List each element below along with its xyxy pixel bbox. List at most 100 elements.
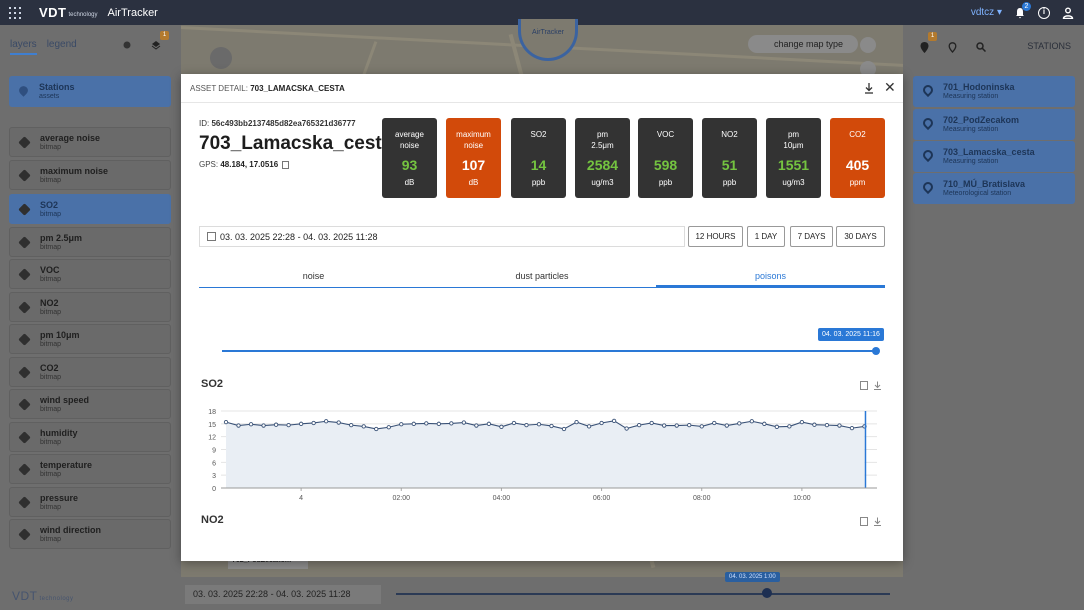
info-icon[interactable]: i bbox=[1038, 6, 1050, 19]
apps-grid-icon[interactable] bbox=[9, 6, 23, 20]
station-item[interactable]: 710_MÚ_Bratislava Meteorological station bbox=[913, 173, 1075, 204]
layer-item-so2[interactable]: SO2 bitmap bbox=[9, 194, 171, 224]
metric-tile-pm10: pm 10μm 1551 ug/m3 bbox=[766, 118, 821, 198]
layer-icon bbox=[18, 366, 31, 379]
user-icon[interactable] bbox=[1062, 7, 1074, 19]
layer-item-wind-direction[interactable]: wind direction bitmap bbox=[9, 519, 171, 549]
notification-count-badge: 2 bbox=[1022, 1, 1031, 11]
layer-item-humidity[interactable]: humidity bitmap bbox=[9, 422, 171, 452]
vdt-logo: VDT bbox=[39, 5, 67, 20]
caption-value: 703_LAMACSKA_CESTA bbox=[250, 84, 345, 93]
timeline-track[interactable] bbox=[396, 593, 890, 595]
app-name: AirTracker bbox=[107, 6, 158, 19]
close-icon[interactable]: ✕ bbox=[884, 80, 896, 94]
data-point bbox=[324, 419, 329, 424]
so2-line-chart[interactable]: 0 3 6 9 12 15 18 4 02:00 04:00 06:00 08:00 10:00 bbox=[201, 404, 881, 504]
location-pin-icon bbox=[17, 84, 30, 97]
data-point bbox=[298, 421, 304, 426]
download-icon[interactable] bbox=[863, 82, 875, 94]
layer-item-pressure[interactable]: pressure bitmap bbox=[9, 487, 171, 517]
location-pin-icon[interactable] bbox=[948, 42, 957, 53]
tile-value: 598 bbox=[653, 157, 678, 173]
layer-item-temperature[interactable]: temperature bitmap bbox=[9, 454, 171, 484]
layer-item-wind-speed[interactable]: wind speed bitmap bbox=[9, 389, 171, 419]
timeline-handle[interactable] bbox=[762, 588, 772, 598]
tile-unit: ppb bbox=[722, 178, 737, 187]
copy-icon[interactable] bbox=[282, 160, 290, 169]
home-button[interactable] bbox=[210, 47, 232, 69]
station-item[interactable]: 703_Lamacska_cesta Measuring station bbox=[913, 141, 1075, 172]
time-slider-handle[interactable] bbox=[872, 347, 880, 355]
range-12-hours-button[interactable]: 12 HOURS bbox=[688, 226, 743, 247]
data-point bbox=[787, 424, 792, 429]
tile-label: average noise bbox=[395, 130, 424, 150]
station-pin-filter-icon[interactable] bbox=[920, 42, 929, 53]
station-item[interactable]: 702_PodZecakom Measuring station bbox=[913, 109, 1075, 140]
station-item[interactable]: 701_Hodoninska Measuring station bbox=[913, 76, 1075, 107]
data-point bbox=[449, 421, 454, 426]
data-point bbox=[837, 423, 842, 428]
date-range-input[interactable]: 03. 03. 2025 22:28 - 04. 03. 2025 11:28 bbox=[199, 226, 685, 247]
document-icon[interactable] bbox=[860, 517, 868, 526]
bottom-date-range[interactable]: 03. 03. 2025 22:28 - 04. 03. 2025 11:28 bbox=[185, 585, 381, 604]
download-icon[interactable] bbox=[873, 517, 882, 526]
layer-icon bbox=[18, 496, 31, 509]
data-point bbox=[236, 423, 241, 428]
range-30-days-button[interactable]: 30 DAYS bbox=[836, 226, 885, 247]
tile-label: pm 10μm bbox=[783, 130, 804, 150]
map-center-badge[interactable]: AirTracker bbox=[518, 19, 578, 61]
tab-legend[interactable]: legend bbox=[47, 39, 77, 55]
timeline-tooltip: 04. 03. 2025 1:00 bbox=[725, 572, 780, 582]
stations-layer-subtitle: assets bbox=[39, 93, 60, 100]
range-7-days-button[interactable]: 7 DAYS bbox=[790, 226, 833, 247]
layer-item-average-noise[interactable]: average noise bitmap bbox=[9, 127, 171, 157]
range-1-day-button[interactable]: 1 DAY bbox=[747, 226, 785, 247]
layer-item-maximum-noise[interactable]: maximum noise bitmap bbox=[9, 160, 171, 190]
change-map-type-button[interactable]: change map type bbox=[748, 35, 858, 53]
layer-item-pm10[interactable]: pm 10μm bitmap bbox=[9, 324, 171, 354]
layer-title: wind direction bbox=[40, 525, 102, 535]
layer-title: pressure bbox=[40, 493, 79, 503]
layer-item-voc[interactable]: VOC bitmap bbox=[9, 259, 171, 289]
time-slider-track[interactable] bbox=[222, 350, 878, 352]
download-icon[interactable] bbox=[873, 381, 882, 390]
layer-subtitle: bitmap bbox=[40, 177, 62, 184]
user-menu[interactable]: vdtcz ▾ bbox=[971, 7, 1002, 18]
zoom-in-button[interactable] bbox=[860, 37, 876, 53]
layer-title: pm 10μm bbox=[40, 330, 80, 340]
tile-value: 107 bbox=[461, 157, 486, 173]
data-point bbox=[524, 422, 529, 428]
bottom-timeline-bar: 03. 03. 2025 22:28 - 04. 03. 2025 11:28 … bbox=[180, 572, 905, 610]
document-icon[interactable] bbox=[860, 381, 868, 390]
data-point bbox=[223, 419, 229, 425]
layer-item-co2[interactable]: CO2 bitmap bbox=[9, 357, 171, 387]
layers-settings-icon[interactable] bbox=[122, 40, 132, 50]
modal-header: ASSET DETAIL: 703_LAMACSKA_CESTA ✕ bbox=[181, 74, 903, 103]
data-point bbox=[611, 418, 617, 423]
layer-item-pm25[interactable]: pm 2.5μm bitmap bbox=[9, 227, 171, 257]
layer-icon bbox=[18, 268, 31, 281]
tile-unit: dB bbox=[468, 178, 479, 187]
layers-stack-icon[interactable] bbox=[151, 40, 161, 50]
tile-value: 93 bbox=[401, 157, 418, 173]
series-area bbox=[226, 420, 865, 488]
layer-subtitle: bitmap bbox=[40, 471, 62, 478]
tab-poisons[interactable]: poisons bbox=[656, 264, 885, 288]
station-title: 703_Lamacska_cesta bbox=[943, 147, 1035, 157]
data-point bbox=[549, 423, 554, 429]
tab-dust-particles[interactable]: dust particles bbox=[428, 264, 656, 288]
time-slider-tooltip: 04. 03. 2025 11:16 bbox=[818, 328, 884, 341]
layer-subtitle: bitmap bbox=[40, 276, 62, 283]
data-point bbox=[774, 424, 779, 429]
location-pin-icon bbox=[920, 179, 936, 195]
notifications-icon[interactable]: 2 bbox=[1014, 1, 1031, 19]
layer-item-no2[interactable]: NO2 bitmap bbox=[9, 292, 171, 322]
tab-noise[interactable]: noise bbox=[199, 264, 428, 288]
chart-title-no2: NO2 bbox=[201, 514, 224, 526]
tab-layers[interactable]: layers bbox=[10, 39, 37, 55]
y-tick-label: 3 bbox=[212, 473, 216, 480]
tile-label: pm 2.5μm bbox=[591, 130, 614, 150]
search-icon[interactable] bbox=[976, 42, 987, 53]
layer-subtitle: bitmap bbox=[40, 309, 62, 316]
stations-layer-card[interactable]: Stations assets bbox=[9, 76, 171, 107]
